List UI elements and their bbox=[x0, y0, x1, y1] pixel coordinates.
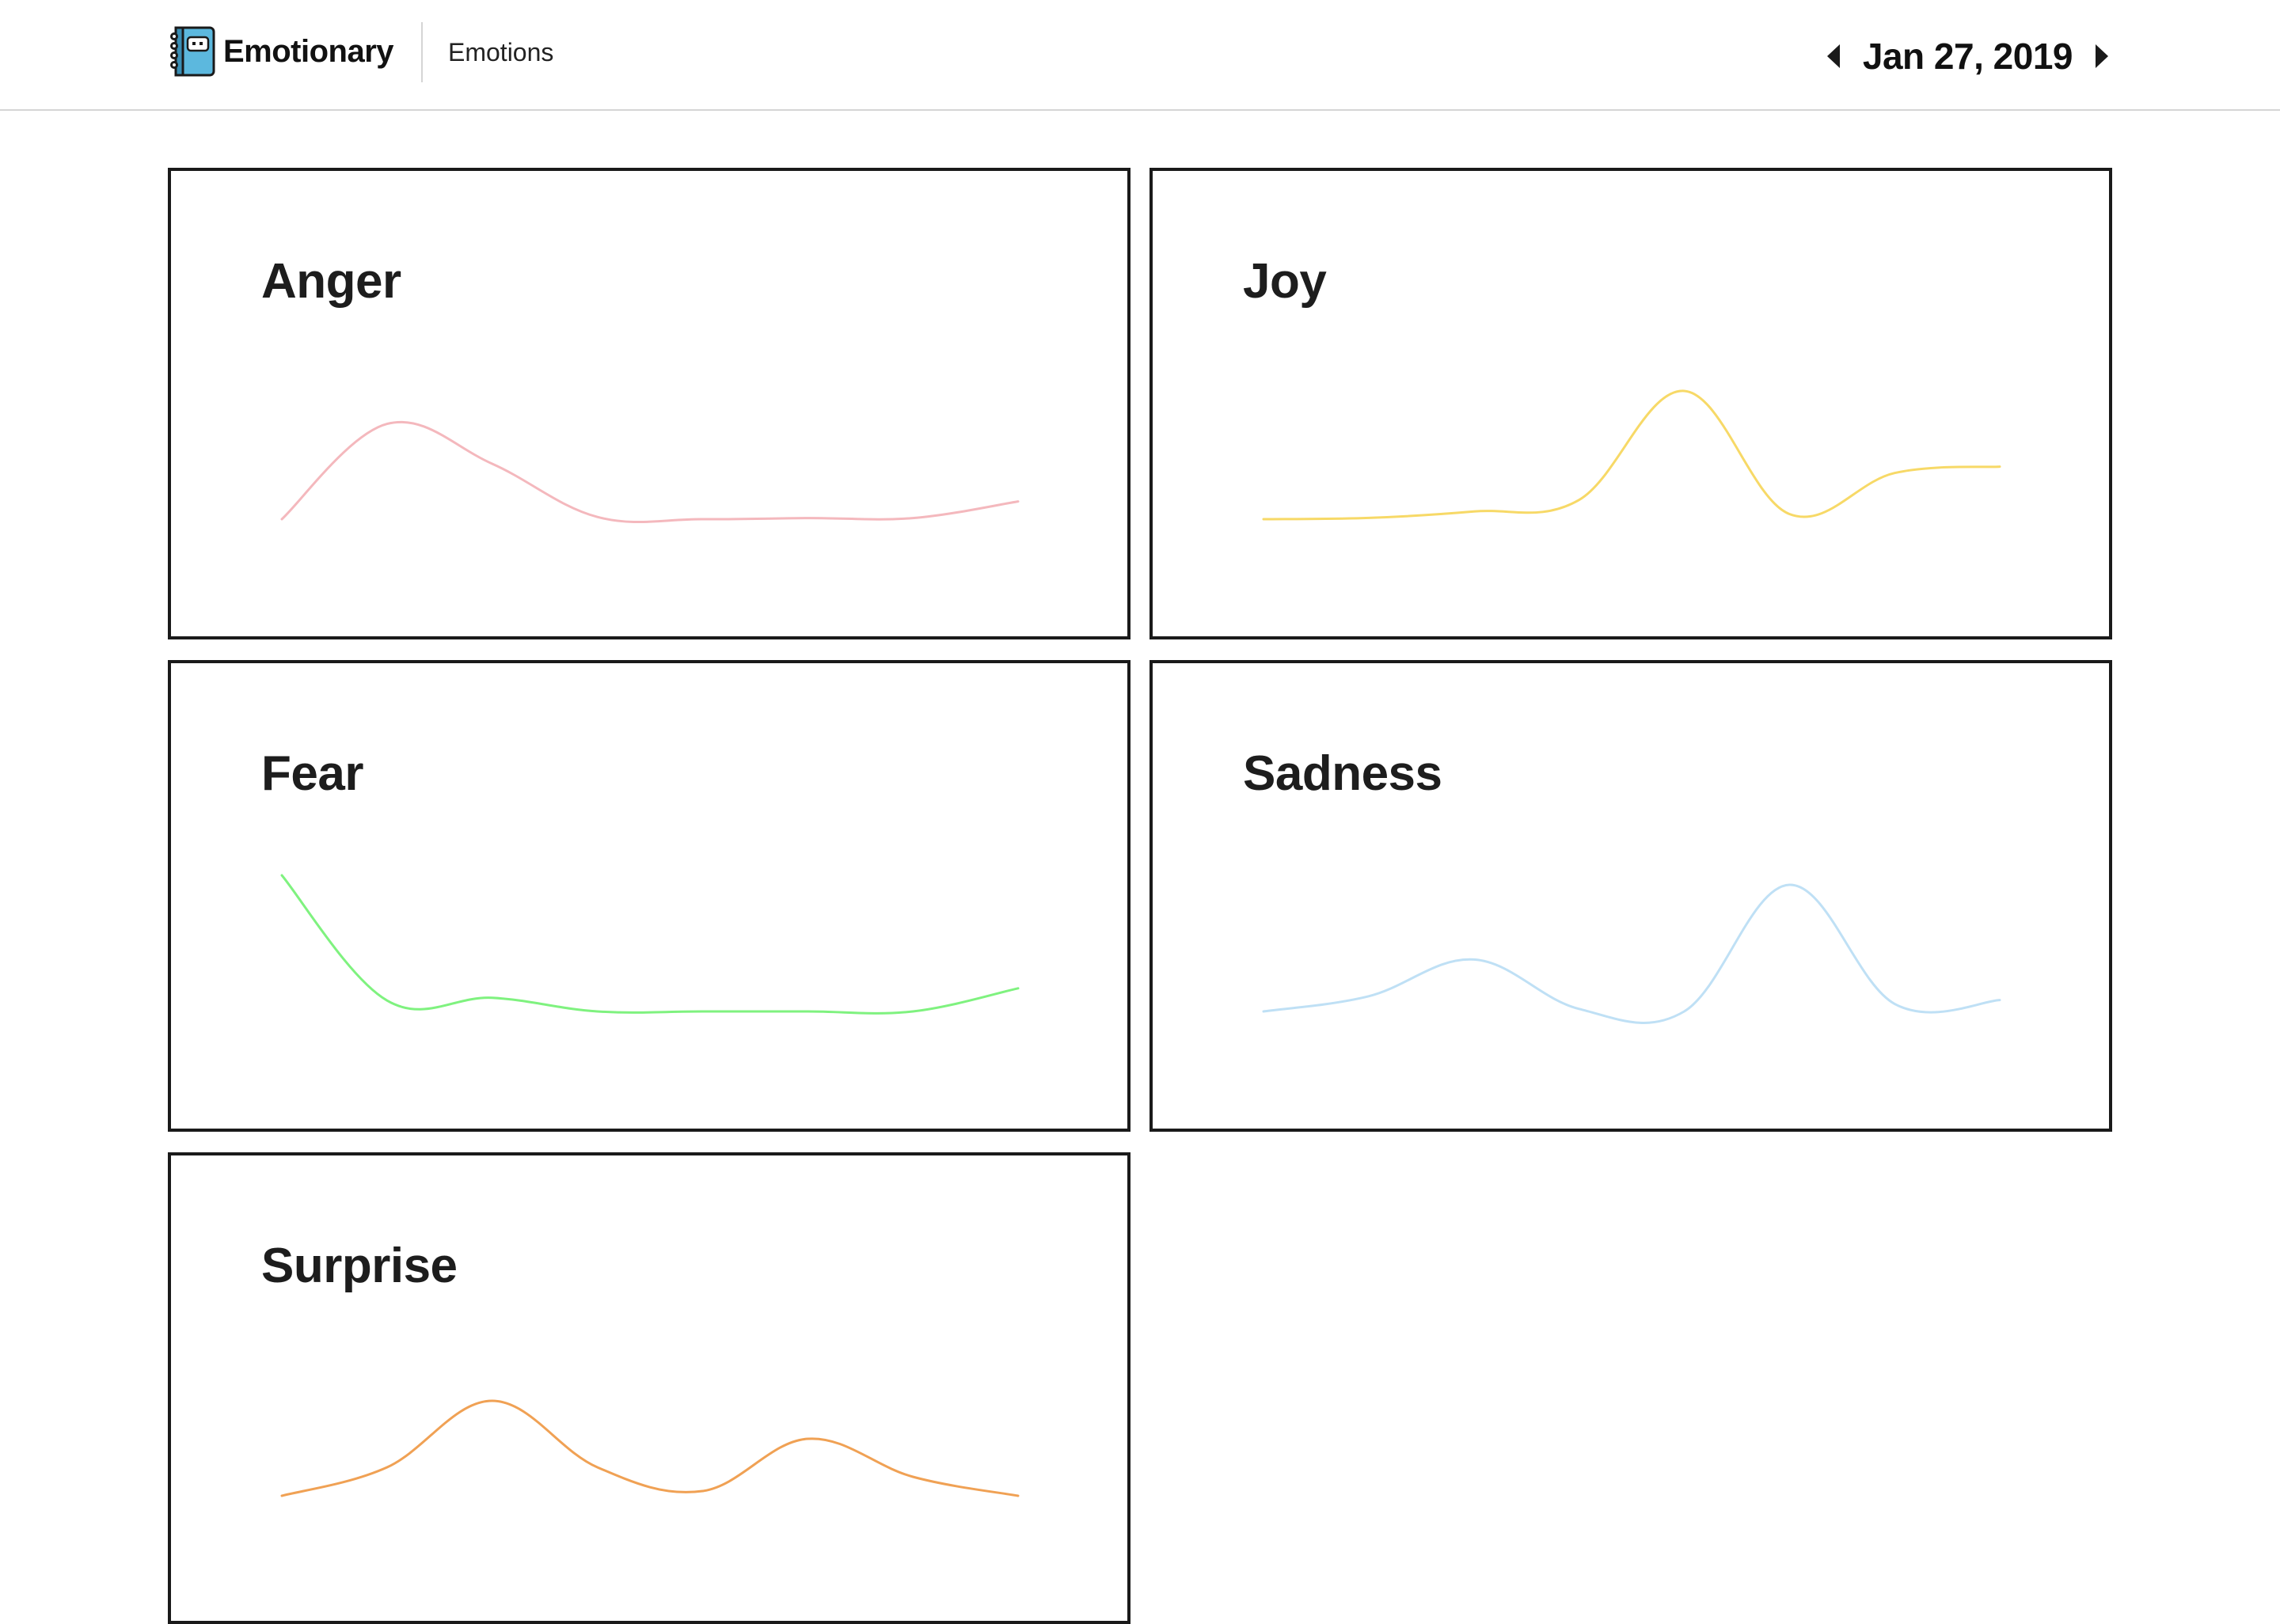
nav-link-emotions[interactable]: Emotions bbox=[448, 38, 553, 67]
emotion-chart-fear bbox=[280, 874, 1020, 1015]
next-day-button[interactable] bbox=[2085, 32, 2120, 80]
emotion-card-fear[interactable]: Fear bbox=[168, 660, 1130, 1132]
app-name: Emotionary bbox=[223, 33, 394, 69]
emotion-card-joy[interactable]: Joy bbox=[1150, 168, 2112, 639]
emotion-card-sadness[interactable]: Sadness bbox=[1150, 660, 2112, 1132]
header-divider bbox=[421, 22, 423, 82]
emotion-line-anger bbox=[280, 420, 1020, 524]
caret-left-icon bbox=[1826, 44, 1840, 68]
emotion-chart-sadness bbox=[1262, 883, 2001, 1024]
current-date: Jan 27, 2019 bbox=[1862, 36, 2073, 77]
brand[interactable]: Emotionary bbox=[169, 24, 394, 79]
emotion-line-joy bbox=[1262, 389, 2001, 521]
notebook-face-icon bbox=[170, 26, 215, 77]
emotion-chart-anger bbox=[280, 420, 1020, 524]
emotion-line-fear bbox=[280, 874, 1020, 1015]
prev-day-button[interactable] bbox=[1815, 32, 1850, 80]
emotion-card-anger[interactable]: Anger bbox=[168, 168, 1130, 639]
top-bar: Emotionary Emotions Jan 27, 2019 bbox=[0, 0, 2280, 111]
emotion-line-sadness bbox=[1262, 883, 2001, 1024]
emotion-chart-joy bbox=[1262, 389, 2001, 521]
date-navigator: Jan 27, 2019 bbox=[1815, 28, 2120, 84]
emotion-chart-surprise bbox=[280, 1399, 1020, 1497]
emotion-line-surprise bbox=[280, 1399, 1020, 1497]
caret-right-icon bbox=[2096, 44, 2108, 68]
emotion-card-surprise[interactable]: Surprise bbox=[168, 1152, 1130, 1624]
